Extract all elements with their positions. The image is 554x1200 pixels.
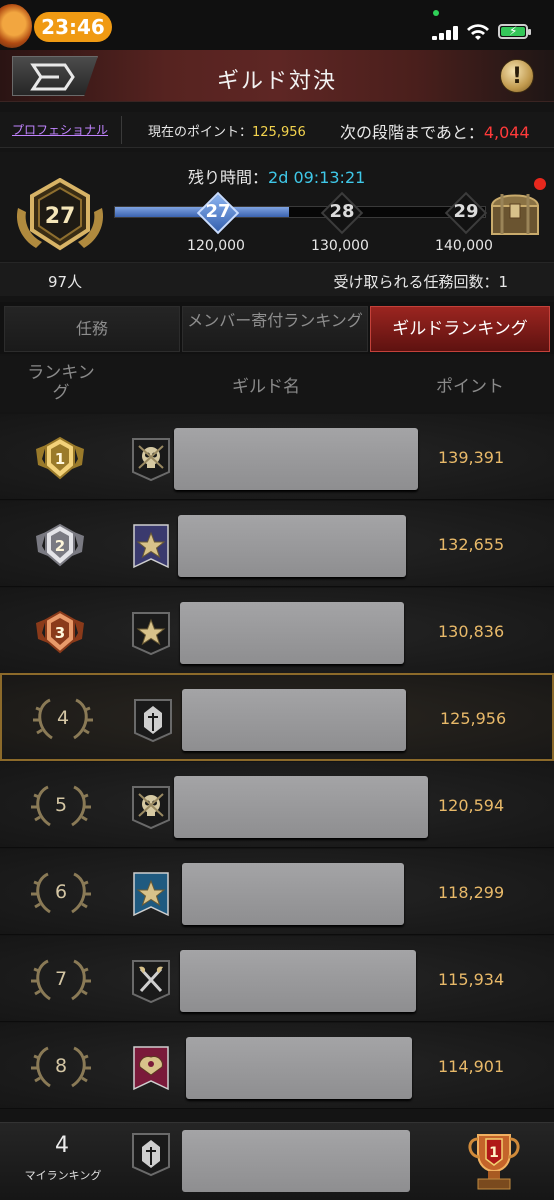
trophy-icon[interactable]: 1: [464, 1129, 524, 1195]
guild-name-box: [180, 950, 416, 1012]
remaining-time-label: 残り時間：: [188, 168, 269, 187]
next-stage-value: 4,044: [483, 123, 530, 142]
tab-tasks[interactable]: 任務: [4, 306, 180, 352]
my-rank-label: マイランキング: [24, 1169, 102, 1182]
guild-row[interactable]: 2 132,655: [0, 501, 554, 587]
member-count: 97人: [48, 273, 83, 291]
guild-name-box: [178, 515, 406, 577]
guild-points: 115,934: [438, 970, 505, 989]
progress-bar: [114, 206, 486, 218]
eagle-banner-red-icon: [133, 1046, 169, 1091]
skull-emblem-icon: [132, 786, 170, 830]
guild-points: 118,299: [438, 883, 505, 902]
guild-points: 139,391: [438, 448, 505, 467]
current-points-value: 125,956: [252, 125, 306, 140]
guild-name-box: [180, 602, 404, 664]
star-banner-purple-icon: [133, 524, 169, 569]
info-button[interactable]: !: [500, 59, 534, 93]
stage-node-label: 27: [205, 201, 231, 222]
guild-row[interactable]: 8 114,901: [0, 1023, 554, 1109]
remaining-time-value: 2d 09:13:21: [268, 168, 366, 187]
guild-points: 120,594: [438, 796, 505, 815]
level-badge-icon: 27: [16, 178, 104, 251]
guild-row[interactable]: 5 120,594: [0, 762, 554, 848]
stage-node-label: 28: [329, 201, 355, 222]
guild-points: 130,836: [438, 622, 505, 641]
notification-dot: [534, 178, 546, 190]
trophy-rank: 1: [489, 1145, 499, 1161]
guild-name-box: [174, 428, 418, 490]
rank-number: 8: [54, 1055, 68, 1077]
assistive-touch-icon[interactable]: [0, 4, 32, 48]
star-shield-icon: [132, 612, 170, 656]
rank-number: 6: [54, 881, 68, 903]
my-ranking-bar: 4 マイランキング 1: [0, 1122, 554, 1200]
page-title: ギルド対決: [216, 69, 337, 94]
crossed-axes-emblem-icon: [132, 960, 170, 1004]
signal-icon: [432, 26, 460, 40]
guild-row[interactable]: 3 130,836: [0, 588, 554, 674]
column-rank: ランキング: [27, 363, 95, 403]
skull-emblem-icon: [132, 438, 170, 482]
current-points: 現在のポイント：125,956: [148, 121, 306, 140]
bronze-medal-icon: 3: [36, 610, 84, 654]
column-headers: ランキング ギルド名 ポイント: [0, 356, 554, 412]
guild-name-box: [186, 1037, 412, 1099]
title-bar: ギルド対決 !: [0, 50, 554, 102]
wifi-icon: [467, 24, 489, 40]
stage-node-label: 29: [453, 201, 479, 222]
stage-points-label: 140,000: [435, 238, 493, 254]
guild-row[interactable]: 6 118,299: [0, 849, 554, 935]
treasure-chest-icon[interactable]: [486, 186, 544, 238]
divider: [121, 116, 122, 144]
stage-progress: 27 残り時間：2d 09:13:21 27 120,000 28 130,000 29…: [0, 152, 554, 260]
guild-row[interactable]: 4 125,956: [0, 673, 554, 761]
tier-link[interactable]: プロフェショナル: [12, 121, 108, 138]
status-time: 23:46: [34, 12, 112, 42]
my-rank-number: 4: [55, 1133, 69, 1158]
task-claims-count: 受け取られる任務回数：1: [333, 273, 508, 291]
rank-number: 4: [56, 707, 70, 729]
guild-row[interactable]: 1 139,391: [0, 414, 554, 500]
guild-name-box: [182, 689, 406, 751]
rank-number: 1: [55, 450, 65, 468]
next-stage: 次の段階まであと：4,044: [340, 119, 530, 143]
next-stage-label: 次の段階まであと：: [340, 123, 484, 142]
tab-guild-ranking[interactable]: ギルドランキング: [370, 306, 550, 352]
silver-medal-icon: 2: [36, 523, 84, 567]
level-number: 27: [45, 204, 76, 229]
stage-points-label: 130,000: [311, 238, 369, 254]
battery-charging-icon: ⚡: [498, 24, 531, 39]
rank-number: 2: [55, 537, 65, 555]
my-guild-name-box: [182, 1130, 410, 1192]
guild-points: 114,901: [438, 1057, 505, 1076]
mic-indicator-icon: [433, 10, 439, 16]
guild-row[interactable]: 7 115,934: [0, 936, 554, 1022]
current-points-label: 現在のポイント：: [148, 125, 253, 140]
remaining-time: 残り時間：2d 09:13:21: [188, 164, 365, 188]
points-info-row: プロフェショナル 現在のポイント：125,956 次の段階まであと：4,044: [0, 112, 554, 148]
gold-medal-icon: 1: [36, 436, 84, 480]
tab-member-donation-ranking[interactable]: メンバー寄付ランキング: [182, 306, 368, 352]
column-points: ポイント: [436, 377, 504, 397]
guild-name-box: [174, 776, 428, 838]
guild-name-box: [182, 863, 404, 925]
star-banner-blue-icon: [133, 872, 169, 917]
rank-number: 5: [54, 794, 68, 816]
guild-points: 125,956: [440, 709, 507, 728]
guild-points: 132,655: [438, 535, 505, 554]
column-guild-name: ギルド名: [232, 377, 300, 397]
rank-number: 3: [55, 624, 65, 642]
helmet-emblem-icon: [132, 1133, 170, 1177]
helmet-emblem-icon: [134, 699, 172, 743]
members-row: 97人 受け取られる任務回数：1: [0, 262, 554, 296]
stage-points-label: 120,000: [187, 238, 245, 254]
tab-bar: 任務 メンバー寄付ランキング ギルドランキング: [0, 302, 554, 354]
rank-number: 7: [54, 968, 68, 990]
